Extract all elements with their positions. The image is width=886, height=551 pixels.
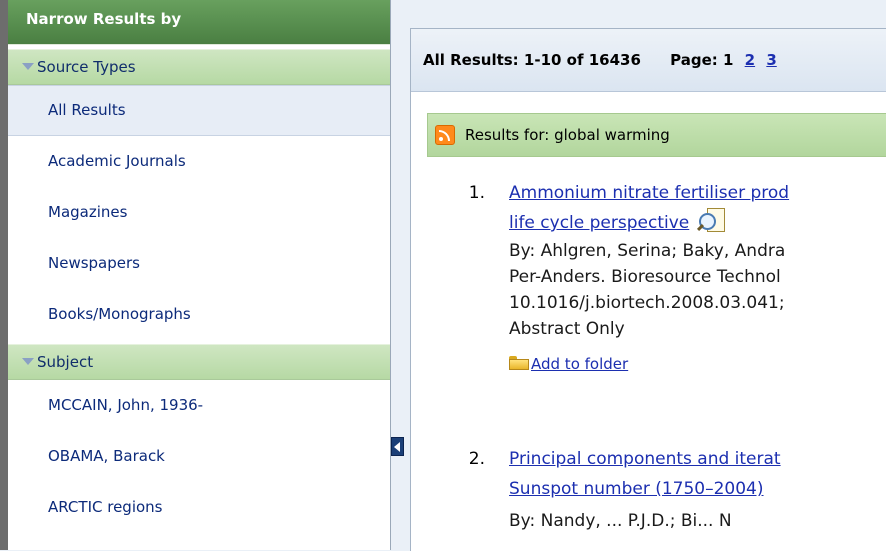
sidebar-title: Narrow Results by <box>8 0 390 45</box>
result-title-link-cont[interactable]: life cycle perspective <box>509 213 689 233</box>
chevron-down-icon <box>22 63 34 70</box>
filter-subject-mccain[interactable]: MCCAIN, John, 1936- <box>8 380 390 431</box>
page-link-3[interactable]: 3 <box>766 51 776 69</box>
section-label: Source Types <box>37 58 136 76</box>
folder-icon <box>509 355 529 370</box>
section-source-types-header[interactable]: Source Types <box>8 49 390 85</box>
collapse-sidebar-icon[interactable] <box>391 437 404 456</box>
results-for-bar: Results for: global warming <box>427 113 886 157</box>
result-title-link-cont[interactable]: Sunspot number (1750–2004) <box>509 474 886 504</box>
section-subject-header[interactable]: Subject <box>8 344 390 380</box>
rss-feed-icon[interactable] <box>435 125 455 145</box>
results-summary: All Results: 1-10 of 16436 <box>423 51 641 69</box>
result-title-link[interactable]: Principal components and iterat <box>509 444 886 474</box>
preview-magnifier-icon[interactable] <box>697 208 727 232</box>
result-title-link[interactable]: Ammonium nitrate fertiliser prod <box>509 178 886 208</box>
results-for-label: Results for: global warming <box>465 126 670 144</box>
filter-subject-arctic[interactable]: ARCTIC regions <box>8 482 390 533</box>
filter-newspapers[interactable]: Newspapers <box>8 238 390 289</box>
filter-subject-obama[interactable]: OBAMA, Barack <box>8 431 390 482</box>
chevron-down-icon <box>22 358 34 365</box>
result-meta-line: By: Nandy, ... P.J.D.; Bi... N <box>509 511 732 531</box>
filter-books-monographs[interactable]: Books/Monographs <box>8 289 390 340</box>
filter-magazines[interactable]: Magazines <box>8 187 390 238</box>
result-meta-line: By: Ahlgren, Serina; Baky, Andra <box>509 241 786 261</box>
narrow-results-sidebar: Narrow Results by Source Types All Resul… <box>8 0 391 550</box>
section-label: Subject <box>37 353 94 371</box>
result-meta-line: Per-Anders. Bioresource Technol <box>509 267 781 287</box>
result-number: 2. <box>468 449 485 469</box>
filter-academic-journals[interactable]: Academic Journals <box>8 136 390 187</box>
window-frame-left <box>0 0 8 550</box>
page-link-2[interactable]: 2 <box>745 51 755 69</box>
filter-all-results[interactable]: All Results <box>8 85 390 136</box>
add-to-folder-row[interactable]: Add to folder <box>509 352 886 376</box>
result-meta-line: Abstract Only <box>509 319 625 339</box>
page-label: Page: 1 <box>670 51 734 69</box>
result-meta-line: 10.1016/j.biortech.2008.03.041; <box>509 293 785 313</box>
results-count-bar: All Results: 1-10 of 16436 Page: 1 2 3 <box>411 29 886 92</box>
add-to-folder-link[interactable]: Add to folder <box>531 355 628 373</box>
results-panel: All Results: 1-10 of 16436 Page: 1 2 3 R… <box>410 28 886 551</box>
result-number: 1. <box>468 183 485 203</box>
